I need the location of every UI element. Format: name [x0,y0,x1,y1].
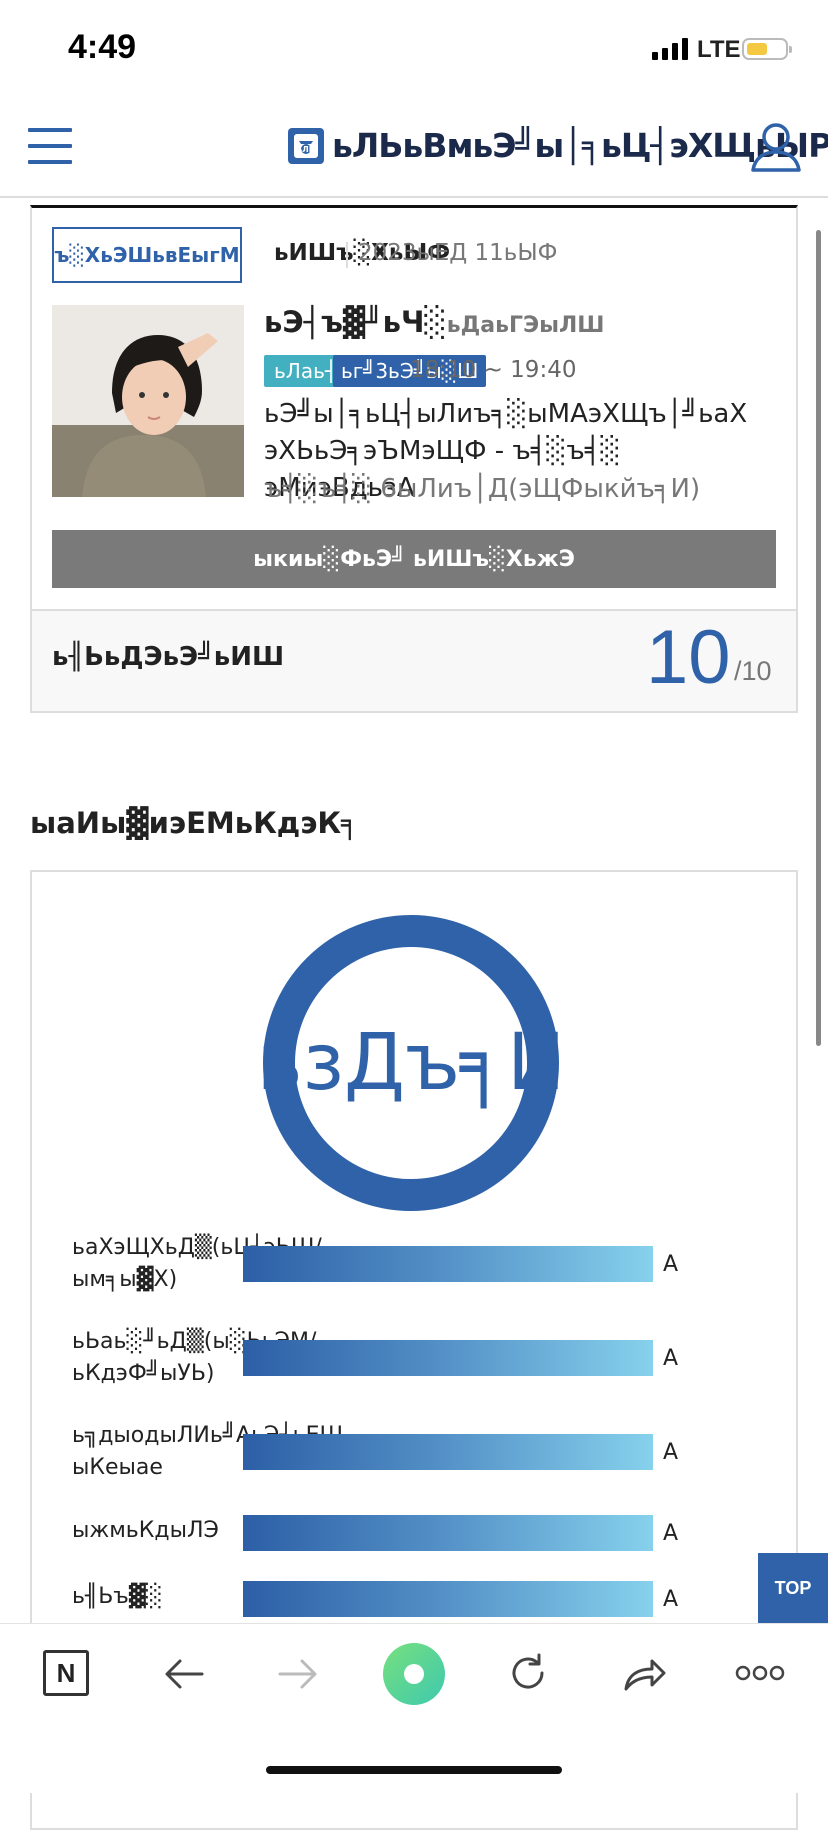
teacher-name: ьЭ┤ъ▓╜ьЧ░ [264,305,447,339]
logo-mark-icon: ьЛЬ [288,127,324,164]
criteria-bar [243,1581,653,1617]
criteria-label: ьаХэЩХьД▒(ьЦ┤эЬШ/ым╕ы▓Х) [72,1235,322,1292]
status-time: 4:49 [68,28,137,66]
svg-text:ьЛЬ: ьЛЬ [297,145,315,154]
criteria-grade: A [663,1587,679,1612]
naver-home-icon[interactable]: N [43,1650,89,1696]
page-scrollbar[interactable] [816,230,821,1046]
criteria-bar [243,1515,653,1551]
share-icon[interactable] [622,1651,668,1699]
signal-icon [652,38,688,60]
level-test-title: ыаИы▓иэЕМьКдэК╕ [30,806,359,840]
battery-icon [742,38,792,60]
user-icon[interactable] [748,118,804,178]
network-label: LTE [697,36,741,63]
criteria-label: ь╢Ьъ▓░ [72,1584,163,1609]
attendance-label: ь╢ЬьДЭьЭ╝ьИШ [52,642,285,672]
criteria-bar [243,1340,653,1376]
course-status-button[interactable]: ъ░ХьЭШьвЕыгМ [52,227,242,283]
month-divider [346,242,348,268]
green-dot-icon[interactable] [383,1643,445,1705]
brand-logo[interactable]: ьЛЬ ьЛЬьВмьЭ╝ы│╕ьЦ┤эХЩьЫР [288,126,828,165]
forward-arrow-icon[interactable] [276,1652,320,1700]
header-divider [0,196,828,198]
menu-icon[interactable] [28,128,72,164]
naver-label: N [56,1657,76,1688]
criteria-label: ьЬаь░╜ьД▒(ы░ЬьЭМ/ьКдэФ╝ыУЬ) [72,1329,317,1386]
teacher-suffix: ьДаьГЭыЛШ [446,313,605,338]
criteria-grade: A [663,1440,679,1465]
result-text: ьзДъ╕Й [256,1018,566,1108]
more-icon[interactable] [735,1662,785,1688]
criteria-grade: A [663,1252,679,1277]
result-ring: ьзДъ╕Й [257,915,565,1211]
criteria-bar [243,1434,653,1470]
class-time: 18:10 ~ 19:40 [410,357,577,383]
criteria-label: ь╗дыодыЛИь╝АьЭ┤ьЕШ ыКеыае [72,1423,344,1480]
teacher-photo [52,305,244,497]
month-value: 2023ыЕД 11ьЫФ [358,240,558,266]
refresh-icon[interactable] [506,1651,550,1699]
attendance-value: 10 [646,615,731,700]
criteria-bar [243,1246,653,1282]
criteria-label: ыжмьКдыЛЭ [72,1518,219,1543]
criteria-grade: A [663,1521,679,1546]
back-arrow-icon[interactable] [162,1652,206,1700]
criteria-grade: A [663,1346,679,1371]
home-indicator [266,1766,562,1774]
course-level: ъ╡░ъ╡░ 6ыЛиъ│Д(эЩФыкйъ╕И) [264,474,701,504]
teacher-info: ьЭ┤ъ▓╜ьЧ░ьДаьГЭыЛШ [264,305,605,339]
attendance-total: /10 [734,656,772,686]
scroll-top-button[interactable]: TOP [758,1553,828,1623]
mobile-student-card-button[interactable]: ыкиы░ФьЭ╝ ьИШъ░ХьжЭ [52,530,776,588]
